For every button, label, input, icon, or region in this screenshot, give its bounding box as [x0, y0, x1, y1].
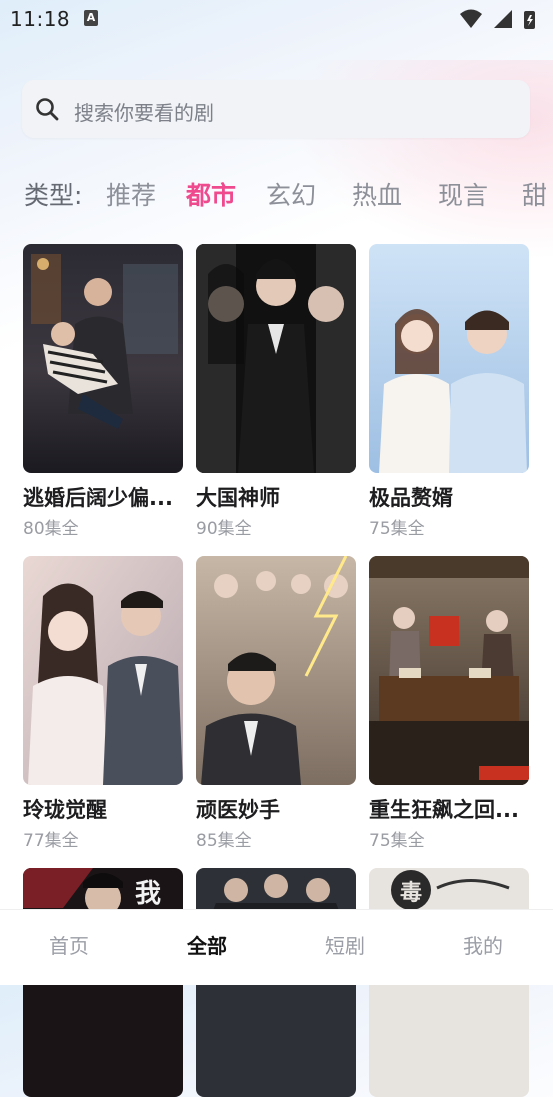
drama-title[interactable]: 逃婚后阔少偏... — [23, 482, 188, 512]
drama-episodes: 77集全 — [23, 831, 79, 851]
drama-episodes: 80集全 — [23, 519, 79, 539]
wifi-icon — [460, 9, 482, 28]
drama-episodes: 90集全 — [196, 519, 252, 539]
drama-title[interactable]: 玲珑觉醒 — [23, 794, 188, 824]
category-tab-fantasy[interactable]: 玄幻 — [266, 176, 316, 212]
category-tab-action[interactable]: 热血 — [352, 176, 402, 212]
category-label: 类型: — [24, 181, 83, 210]
drama-cover[interactable] — [369, 556, 529, 785]
drama-title[interactable]: 重生狂飙之回... — [369, 794, 534, 824]
nav-short-drama[interactable]: 短剧 — [305, 930, 385, 959]
svg-text:毒: 毒 — [400, 880, 422, 906]
status-bar: 11:18 A — [0, 0, 553, 38]
nav-all[interactable]: 全部 — [167, 930, 247, 959]
drama-title[interactable]: 顽医妙手 — [196, 794, 361, 824]
category-tab-recommend[interactable]: 推荐 — [106, 176, 156, 212]
search-icon — [36, 98, 59, 121]
svg-text:我: 我 — [135, 879, 161, 909]
drama-episodes: 75集全 — [369, 519, 425, 539]
nav-home[interactable]: 首页 — [29, 930, 109, 959]
category-tab-urban[interactable]: 都市 — [186, 176, 236, 212]
category-tab-romance[interactable]: 现言 — [438, 176, 488, 212]
drama-cover[interactable] — [23, 556, 183, 785]
category-filter: 类型: 推荐 都市 玄幻 热血 现言 甜 — [24, 172, 553, 212]
cellular-signal-icon — [494, 10, 512, 28]
drama-cover[interactable] — [369, 244, 529, 473]
status-time: 11:18 — [10, 7, 71, 31]
drama-title[interactable]: 大国神师 — [196, 482, 361, 512]
drama-cover[interactable] — [196, 244, 356, 473]
bottom-nav: 首页 全部 短剧 我的 — [0, 909, 553, 985]
search-placeholder: 搜索你要看的剧 — [74, 101, 214, 125]
drama-episodes: 75集全 — [369, 831, 425, 851]
system-status-icons — [460, 9, 535, 29]
search-bar[interactable]: 搜索你要看的剧 — [22, 80, 530, 138]
drama-cover[interactable] — [196, 556, 356, 785]
notification-icon: A — [84, 10, 98, 26]
category-tab-sweet[interactable]: 甜 — [522, 176, 547, 212]
nav-mine[interactable]: 我的 — [443, 930, 523, 959]
drama-cover[interactable] — [23, 244, 183, 473]
drama-title[interactable]: 极品赘婿 — [369, 482, 534, 512]
drama-episodes: 85集全 — [196, 831, 252, 851]
